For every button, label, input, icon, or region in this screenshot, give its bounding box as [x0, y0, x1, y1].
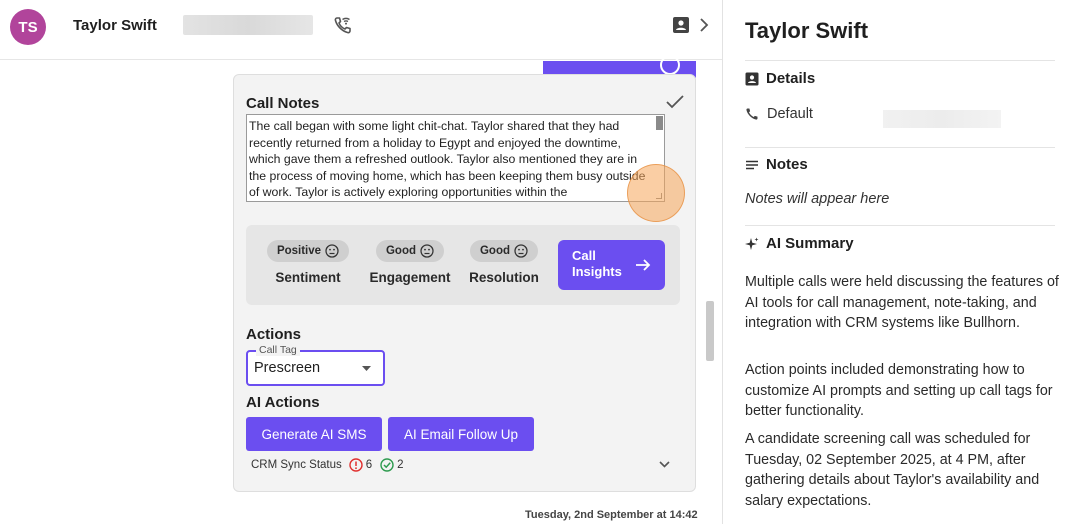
- crm-sync-status: CRM Sync Status 6 2: [251, 458, 404, 472]
- call-tag-value: Prescreen: [254, 360, 321, 376]
- neutral-face-icon: [420, 244, 434, 258]
- generate-ai-sms-button[interactable]: Generate AI SMS: [246, 417, 382, 451]
- engagement-label: Engagement: [369, 270, 451, 285]
- call-notes-textarea[interactable]: The call began with some light chit-chat…: [246, 114, 665, 202]
- ai-summary-heading-text: AI Summary: [766, 235, 854, 252]
- call-tag-select[interactable]: Call Tag Prescreen: [246, 344, 385, 386]
- call-insights-label-line1: Call: [572, 248, 596, 263]
- details-heading-text: Details: [766, 70, 816, 87]
- contact-name[interactable]: Taylor Swift: [73, 17, 157, 34]
- resolution-badge: Good: [469, 240, 539, 262]
- call-detail-pane: TS Taylor Swift Call Notes The call bega…: [0, 0, 722, 524]
- contact-card-icon: [745, 72, 759, 85]
- chevron-down-icon[interactable]: [659, 461, 670, 468]
- arrow-right-icon: [636, 259, 651, 271]
- sparkle-icon: [745, 237, 759, 250]
- call-summary-card: Call Notes The call began with some ligh…: [233, 74, 696, 492]
- notes-scrollbar[interactable]: [656, 116, 663, 130]
- details-heading: Details: [745, 70, 815, 87]
- contact-card-icon[interactable]: [672, 16, 690, 34]
- app-root: TS Taylor Swift Call Notes The call bega…: [0, 0, 1068, 524]
- call-notes-title: Call Notes: [246, 95, 320, 112]
- main-scrollbar[interactable]: [706, 301, 714, 361]
- summary-paragraph: Multiple calls were held discussing the …: [745, 274, 1059, 331]
- info-icon: [660, 55, 680, 75]
- ai-summary-heading: AI Summary: [745, 235, 854, 252]
- sentiment-label: Sentiment: [275, 270, 341, 285]
- error-alert-icon: [349, 458, 363, 472]
- chevron-right-icon[interactable]: [699, 18, 709, 32]
- panel-title: Taylor Swift: [745, 18, 869, 43]
- phone-number-redacted: [883, 110, 1001, 128]
- avatar[interactable]: TS: [10, 9, 46, 45]
- success-check-icon: [380, 458, 394, 472]
- sentiment-metric: Positive Sentiment: [262, 240, 354, 285]
- phone-icon: [746, 108, 758, 120]
- phone-number-redacted: [183, 15, 313, 35]
- contact-header: TS Taylor Swift: [0, 0, 722, 60]
- divider: [745, 147, 1055, 148]
- ai-email-follow-up-button[interactable]: AI Email Follow Up: [388, 417, 534, 451]
- divider: [745, 60, 1055, 61]
- engagement-metric: Good Engagement: [368, 240, 452, 285]
- default-label: Default: [767, 106, 813, 122]
- summary-paragraph: A candidate screening call was scheduled…: [745, 431, 1040, 509]
- crm-sync-label: CRM Sync Status: [251, 459, 342, 471]
- notes-heading: Notes: [745, 156, 808, 173]
- summary-paragraph: Action points included demonstrating how…: [745, 362, 1053, 419]
- engagement-value: Good: [385, 245, 417, 257]
- cursor-highlight: [627, 164, 685, 222]
- error-count: 6: [365, 459, 373, 471]
- default-phone-row[interactable]: Default: [745, 106, 813, 122]
- neutral-face-icon: [514, 244, 528, 258]
- engagement-badge: Good: [375, 240, 445, 262]
- resolution-label: Resolution: [469, 270, 539, 285]
- actions-title: Actions: [246, 326, 302, 343]
- caret-down-icon: [362, 366, 371, 371]
- call-insights-label-line2: Insights: [572, 264, 622, 279]
- sentiment-badge: Positive: [266, 240, 350, 262]
- call-insights-button[interactable]: Call Insights: [558, 240, 665, 290]
- check-icon[interactable]: [666, 95, 684, 109]
- call-tag-label: Call Tag: [256, 344, 300, 356]
- success-count: 2: [397, 459, 404, 471]
- notes-placeholder: Notes will appear here: [745, 191, 890, 207]
- divider: [745, 225, 1055, 226]
- resolution-value: Good: [479, 245, 511, 257]
- neutral-face-icon: [325, 244, 339, 258]
- notes-heading-text: Notes: [766, 156, 808, 173]
- contact-side-panel: Taylor Swift Details Default Notes Notes…: [723, 0, 1068, 524]
- wifi-call-icon[interactable]: [333, 15, 353, 35]
- call-insights-box: Positive Sentiment Good Engagement Good: [246, 225, 680, 305]
- call-notes-text: The call began with some light chit-chat…: [249, 119, 646, 199]
- resolution-metric: Good Resolution: [463, 240, 545, 285]
- call-timestamp: Tuesday, 2nd September at 14:42: [525, 509, 698, 521]
- ai-actions-title: AI Actions: [246, 394, 320, 411]
- sentiment-value: Positive: [276, 245, 322, 257]
- notes-lines-icon: [746, 160, 758, 169]
